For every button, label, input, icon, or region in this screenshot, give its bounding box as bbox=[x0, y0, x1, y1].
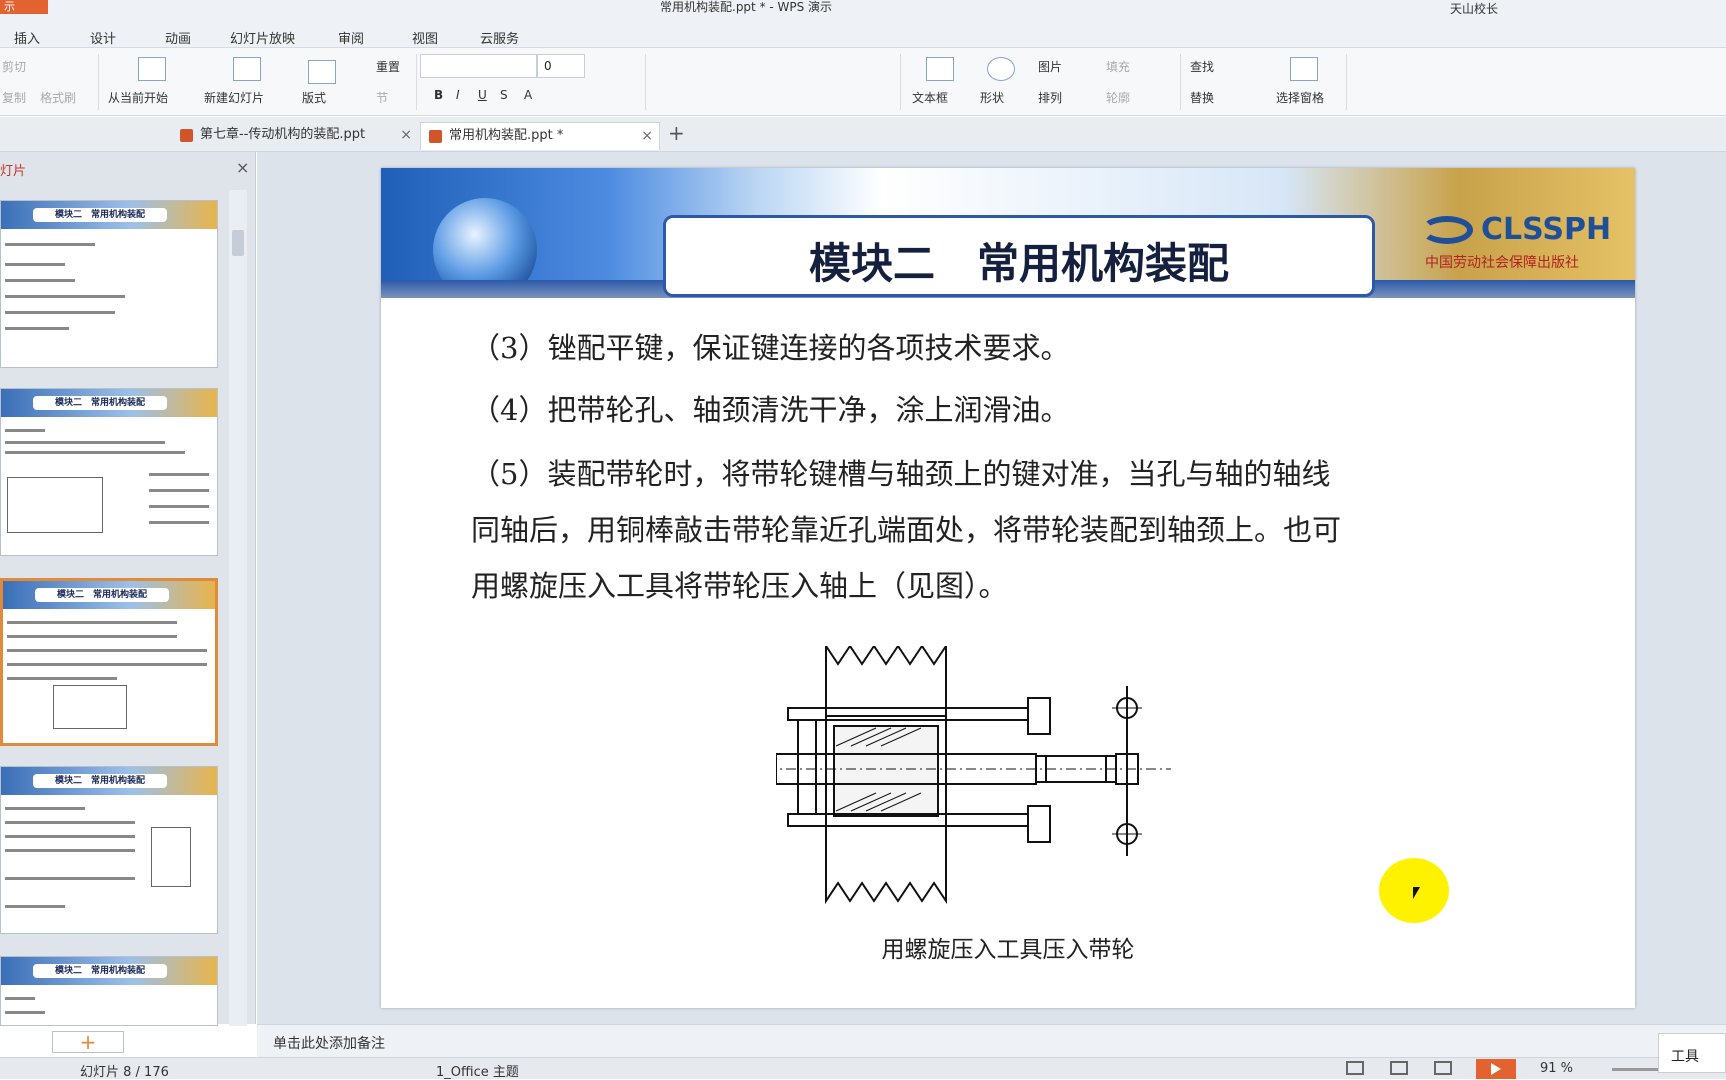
slide-thumbnail[interactable]: 模块二 常用机构装配 bbox=[0, 956, 218, 1026]
layout-button[interactable]: 版式 bbox=[302, 89, 326, 106]
thumb-title: 模块二 常用机构装配 bbox=[33, 964, 167, 978]
slideshow-start-icon bbox=[138, 57, 166, 81]
picture-button[interactable]: 图片 bbox=[1038, 58, 1062, 75]
figure-caption[interactable]: 用螺旋压入工具压入带轮 bbox=[381, 930, 1635, 964]
pulley-press-drawing[interactable] bbox=[776, 646, 1206, 911]
slide-counter: 幻灯片 8 / 176 bbox=[80, 1065, 169, 1080]
thumb-title: 模块二 常用机构装配 bbox=[33, 774, 167, 788]
thumb-image bbox=[151, 827, 191, 887]
copy-button[interactable]: 复制 bbox=[2, 89, 26, 106]
format-painter-button[interactable]: 格式刷 bbox=[40, 89, 76, 106]
menu-review[interactable]: 审阅 bbox=[338, 28, 364, 47]
shapes-button[interactable]: 形状 bbox=[980, 89, 1004, 106]
font-size-input[interactable]: 0 bbox=[537, 54, 585, 78]
text-box-icon bbox=[926, 57, 954, 81]
slide-thumbnail[interactable]: 模块二 常用机构装配 bbox=[0, 766, 218, 934]
publisher-logo: CLSSPH 中国劳动社会保障出版社 bbox=[1421, 212, 1621, 276]
fill-button[interactable]: 填充 bbox=[1106, 58, 1130, 75]
slide-thumbnail[interactable]: 模块二 常用机构装配 bbox=[0, 388, 218, 556]
selection-pane-icon bbox=[1290, 57, 1318, 81]
slide-sorter-icon[interactable] bbox=[1390, 1061, 1408, 1075]
shadow-button[interactable]: S bbox=[500, 88, 508, 102]
logo-subtitle: 中国劳动社会保障出版社 bbox=[1425, 255, 1579, 271]
menu-bar: 插入 设计 动画 幻灯片放映 审阅 视图 云服务 bbox=[0, 14, 1726, 48]
body-paragraph[interactable]: （5）装配带轮时，将带轮键槽与轴颈上的键对准，当孔与轴的轴线 bbox=[471, 446, 1330, 502]
shapes-icon bbox=[987, 57, 1015, 81]
zoom-level[interactable]: 91 % bbox=[1540, 1061, 1573, 1076]
font-color-button[interactable]: A bbox=[524, 88, 532, 102]
window-title: 常用机构装配.ppt * - WPS 演示 bbox=[660, 0, 833, 14]
thumbnail-scrollbar[interactable] bbox=[229, 190, 247, 1026]
slide-title-box[interactable]: 模块二 常用机构装配 bbox=[663, 215, 1375, 297]
from-current-button[interactable]: 从当前开始 bbox=[108, 89, 168, 106]
logo-mark-icon bbox=[1421, 216, 1473, 244]
thumb-image bbox=[53, 685, 127, 729]
cut-button[interactable]: 剪切 bbox=[2, 58, 26, 75]
tab-current[interactable]: 常用机构装配.ppt * × bbox=[420, 122, 660, 150]
arrange-button[interactable]: 排列 bbox=[1038, 89, 1062, 106]
thumb-title: 模块二 常用机构装配 bbox=[33, 396, 167, 410]
menu-view[interactable]: 视图 bbox=[412, 28, 438, 47]
bold-button[interactable]: B bbox=[434, 88, 443, 102]
panel-title: 灯片 bbox=[0, 164, 27, 179]
text-box-button[interactable]: 文本框 bbox=[912, 89, 948, 106]
font-name-input[interactable] bbox=[420, 54, 537, 78]
underline-button[interactable]: U bbox=[478, 88, 487, 102]
body-paragraph[interactable]: 同轴后，用铜棒敲击带轮靠近孔端面处，将带轮装配到轴颈上。也可 bbox=[471, 502, 1341, 558]
close-icon[interactable]: × bbox=[400, 122, 412, 148]
close-icon[interactable]: × bbox=[236, 158, 249, 177]
tools-button[interactable]: 工具 bbox=[1658, 1033, 1726, 1073]
close-icon[interactable]: × bbox=[641, 123, 653, 149]
ppt-file-icon bbox=[429, 130, 442, 143]
menu-design[interactable]: 设计 bbox=[90, 28, 116, 47]
mouse-cursor-icon bbox=[1413, 887, 1420, 899]
body-paragraph[interactable]: （3）锉配平键，保证键连接的各项技术要求。 bbox=[471, 320, 1069, 376]
menu-cloud[interactable]: 云服务 bbox=[480, 28, 519, 47]
replace-button[interactable]: 替换 bbox=[1190, 89, 1214, 106]
tab-label: 第七章--传动机构的装配.ppt bbox=[200, 127, 366, 142]
reset-button[interactable]: 重置 bbox=[376, 58, 400, 75]
thumb-title: 模块二 常用机构装配 bbox=[33, 208, 167, 222]
layout-icon bbox=[308, 60, 336, 84]
find-button[interactable]: 查找 bbox=[1190, 58, 1214, 75]
outline-button[interactable]: 轮廓 bbox=[1106, 89, 1130, 106]
tab-label: 常用机构装配.ppt * bbox=[449, 128, 564, 143]
title-bar: 示 常用机构装配.ppt * - WPS 演示 天山校长 bbox=[0, 0, 1726, 16]
add-slide-button[interactable]: + bbox=[52, 1031, 124, 1053]
thumb-image bbox=[7, 477, 103, 533]
slide-thumbnail[interactable]: 模块二 常用机构装配 bbox=[0, 200, 218, 368]
thumb-title: 模块二 常用机构装配 bbox=[35, 588, 169, 602]
body-paragraph[interactable]: （4）把带轮孔、轴颈清洗干净，涂上润滑油。 bbox=[471, 382, 1069, 438]
menu-insert[interactable]: 插入 bbox=[14, 28, 40, 47]
italic-button[interactable]: I bbox=[456, 88, 460, 102]
selection-pane-button[interactable]: 选择窗格 bbox=[1276, 89, 1324, 106]
ppt-file-icon bbox=[180, 129, 193, 142]
section-button[interactable]: 节 bbox=[376, 89, 388, 106]
theme-name[interactable]: 1_Office 主题 bbox=[436, 1061, 519, 1080]
logo-text: CLSSPH bbox=[1481, 212, 1612, 247]
new-slide-button[interactable]: 新建幻灯片 bbox=[204, 89, 264, 106]
play-slideshow-button[interactable] bbox=[1476, 1059, 1516, 1079]
new-slide-icon bbox=[233, 57, 261, 81]
slide-title: 模块二 常用机构装配 bbox=[808, 239, 1229, 288]
reading-view-icon[interactable] bbox=[1434, 1061, 1452, 1075]
menu-animation[interactable]: 动画 bbox=[165, 28, 191, 47]
tab-chapter7[interactable]: 第七章--传动机构的装配.ppt × bbox=[172, 122, 418, 150]
status-bar: 幻灯片 8 / 176 1_Office 主题 91 % bbox=[0, 1057, 1726, 1080]
new-tab-icon[interactable]: + bbox=[668, 121, 685, 145]
user-name[interactable]: 天山校长 bbox=[1450, 0, 1498, 16]
slide-thumbnail-selected[interactable]: 模块二 常用机构装配 bbox=[0, 578, 218, 746]
document-tab-bar: 第七章--传动机构的装配.ppt × 常用机构装配.ppt * × + bbox=[0, 117, 1726, 152]
normal-view-icon[interactable] bbox=[1346, 1061, 1364, 1075]
app-menu-button[interactable]: 示 bbox=[0, 0, 48, 14]
notes-pane[interactable]: 单击此处添加备注 bbox=[257, 1024, 1726, 1057]
body-paragraph[interactable]: 用螺旋压入工具将带轮压入轴上（见图）。 bbox=[471, 558, 1008, 614]
notes-placeholder: 单击此处添加备注 bbox=[273, 1036, 385, 1052]
menu-slideshow[interactable]: 幻灯片放映 bbox=[230, 28, 295, 47]
